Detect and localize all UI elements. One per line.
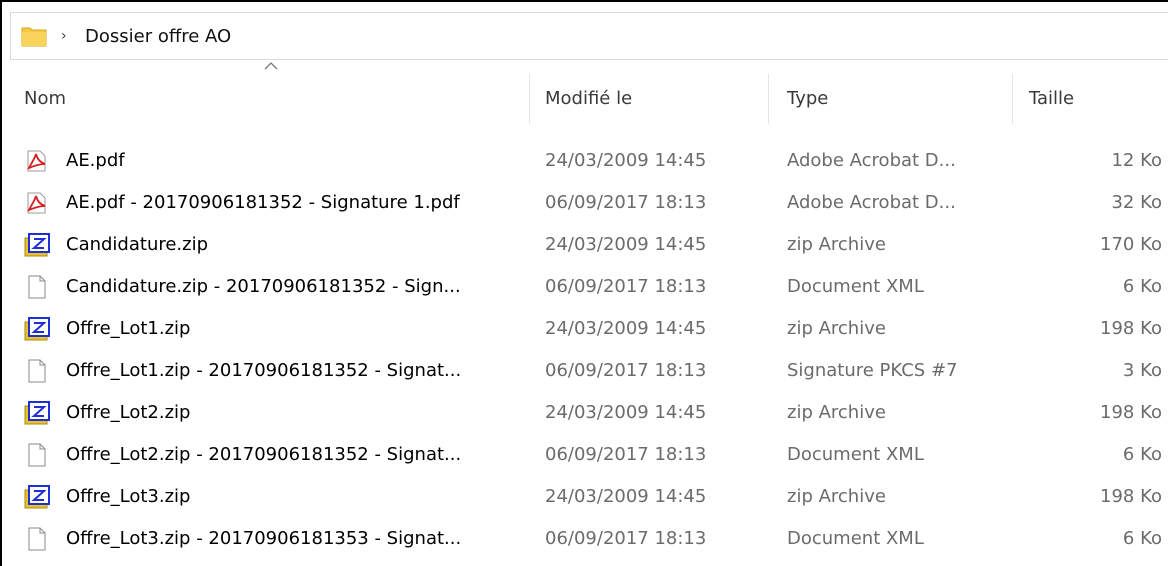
file-name: Offre_Lot1.zip - 20170906181352 - Signat… <box>66 360 462 381</box>
file-modified-date: 06/09/2017 18:13 <box>545 192 707 213</box>
zip-icon <box>24 476 50 518</box>
file-name: AE.pdf <box>66 150 125 171</box>
file-row[interactable]: Offre_Lot3.zip 24/03/2009 14:45 zip Archiv… <box>2 476 1168 518</box>
file-type: Document XML <box>787 444 924 465</box>
file-name: Offre_Lot1.zip <box>66 318 191 339</box>
file-name: Candidature.zip <box>66 234 209 255</box>
file-modified-date: 24/03/2009 14:45 <box>545 402 707 423</box>
file-size: 6 Ko <box>1122 444 1162 465</box>
zip-icon <box>24 224 50 266</box>
zip-icon <box>24 392 50 434</box>
file-type: Adobe Acrobat D... <box>787 192 956 213</box>
file-modified-date: 06/09/2017 18:13 <box>545 360 707 381</box>
file-type: zip Archive <box>787 234 886 255</box>
sort-ascending-icon <box>264 56 278 70</box>
file-row[interactable]: Offre_Lot2.zip - 20170906181352 - Signat… <box>2 434 1168 476</box>
file-size: 12 Ko <box>1111 150 1162 171</box>
file-size: 6 Ko <box>1122 276 1162 297</box>
document-icon <box>24 434 50 476</box>
file-row[interactable]: Offre_Lot1.zip 24/03/2009 14:45 zip Archiv… <box>2 308 1168 350</box>
file-type: zip Archive <box>787 318 886 339</box>
file-modified-date: 24/03/2009 14:45 <box>545 486 707 507</box>
zip-icon <box>24 308 50 350</box>
file-modified-date: 24/03/2009 14:45 <box>545 234 707 255</box>
file-type: Adobe Acrobat D... <box>787 150 956 171</box>
file-name: AE.pdf - 20170906181352 - Signature 1.pd… <box>66 192 460 213</box>
file-modified-date: 06/09/2017 18:13 <box>545 528 707 549</box>
breadcrumb-folder-name[interactable]: Dossier offre AO <box>85 26 231 47</box>
file-explorer-window: › Dossier offre AO Nom Modifié le Type T… <box>0 0 1168 566</box>
column-header-modified[interactable]: Modifié le <box>523 74 768 124</box>
file-size: 32 Ko <box>1111 192 1162 213</box>
file-size: 198 Ko <box>1100 318 1162 339</box>
column-header-type[interactable]: Type <box>765 74 1012 124</box>
file-list: AE.pdf 24/03/2009 14:45 Adobe Acrobat D...… <box>2 140 1168 560</box>
file-modified-date: 24/03/2009 14:45 <box>545 150 707 171</box>
file-row[interactable]: Offre_Lot3.zip - 20170906181353 - Signat… <box>2 518 1168 560</box>
document-icon <box>24 350 50 392</box>
file-row[interactable]: AE.pdf 24/03/2009 14:45 Adobe Acrobat D...… <box>2 140 1168 182</box>
file-row[interactable]: Offre_Lot1.zip - 20170906181352 - Signat… <box>2 350 1168 392</box>
file-row[interactable]: Offre_Lot2.zip 24/03/2009 14:45 zip Archiv… <box>2 392 1168 434</box>
pdf-icon <box>24 182 50 224</box>
column-header-row: Nom Modifié le Type Taille <box>2 74 1168 124</box>
address-bar[interactable]: › Dossier offre AO <box>10 12 1168 60</box>
folder-icon <box>21 24 47 48</box>
file-type: Signature PKCS #7 <box>787 360 958 381</box>
file-modified-date: 06/09/2017 18:13 <box>545 444 707 465</box>
file-row[interactable]: Candidature.zip - 20170906181352 - Sign.… <box>2 266 1168 308</box>
breadcrumb-chevron-icon[interactable]: › <box>61 28 71 44</box>
column-header-name[interactable]: Nom <box>2 74 529 124</box>
file-type: zip Archive <box>787 402 886 423</box>
document-icon <box>24 518 50 560</box>
file-row[interactable]: AE.pdf - 20170906181352 - Signature 1.pd… <box>2 182 1168 224</box>
file-type: Document XML <box>787 528 924 549</box>
file-name: Offre_Lot3.zip - 20170906181353 - Signat… <box>66 528 462 549</box>
pdf-icon <box>24 140 50 182</box>
document-icon <box>24 266 50 308</box>
column-header-size[interactable]: Taille <box>1007 74 1168 124</box>
file-size: 3 Ko <box>1122 360 1162 381</box>
file-size: 6 Ko <box>1122 528 1162 549</box>
file-type: zip Archive <box>787 486 886 507</box>
file-size: 170 Ko <box>1100 234 1162 255</box>
file-modified-date: 06/09/2017 18:13 <box>545 276 707 297</box>
file-row[interactable]: Candidature.zip 24/03/2009 14:45 zip Archi… <box>2 224 1168 266</box>
file-name: Offre_Lot2.zip <box>66 402 191 423</box>
file-size: 198 Ko <box>1100 486 1162 507</box>
file-name: Candidature.zip - 20170906181352 - Sign.… <box>66 276 461 297</box>
file-name: Offre_Lot3.zip <box>66 486 191 507</box>
file-type: Document XML <box>787 276 924 297</box>
file-name: Offre_Lot2.zip - 20170906181352 - Signat… <box>66 444 462 465</box>
file-size: 198 Ko <box>1100 402 1162 423</box>
file-modified-date: 24/03/2009 14:45 <box>545 318 707 339</box>
